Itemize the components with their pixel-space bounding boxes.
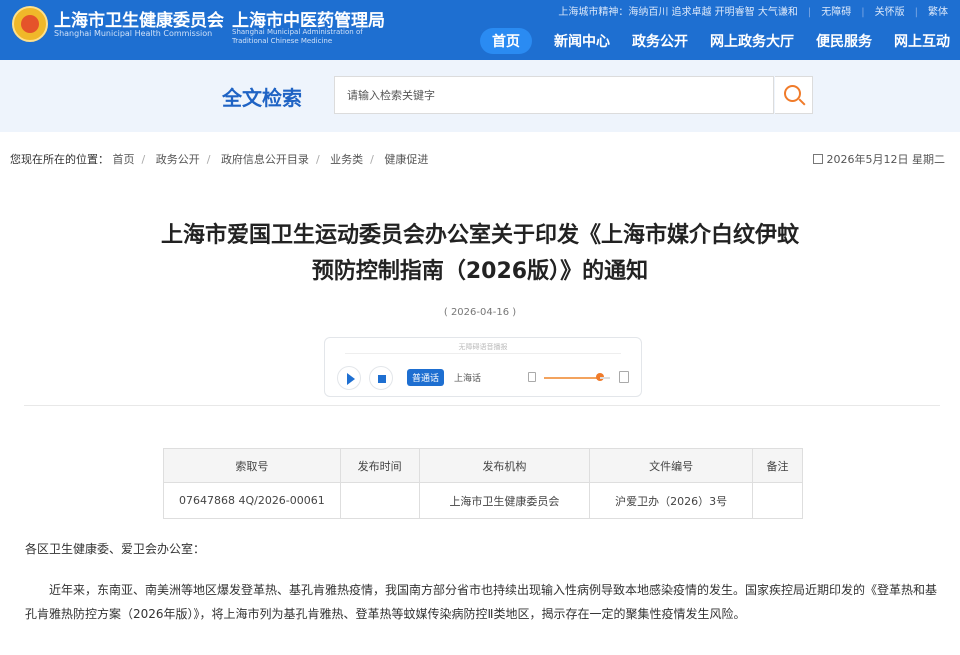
player-divider	[345, 353, 621, 354]
cell-publisher: 上海市卫生健康委员会	[418, 482, 591, 519]
player-tip: 无障碍语音播报	[458, 343, 508, 351]
body-paragraph: 近年来，东南亚、南美洲等地区爆发登革热、基孔肯雅热疫情，我国南方部分省市也持续出…	[25, 583, 938, 621]
nav-home[interactable]: 首页	[480, 28, 532, 54]
article-title-line2: 预防控制指南（2026版）》的通知	[311, 259, 649, 284]
cell-document-number: 沪爱卫办（2026）3号	[589, 482, 754, 519]
col-publish-time: 发布时间	[339, 448, 420, 483]
section-divider	[24, 405, 940, 406]
breadcrumb-separator: /	[206, 153, 211, 166]
search-title: 全文检索	[222, 86, 302, 110]
mandarin-option[interactable]: 普通话	[407, 369, 445, 386]
org1-name[interactable]: 上海市卫生健康委员会	[54, 6, 224, 31]
table-header-row: 索取号 发布时间 发布机构 文件编号 备注	[163, 448, 803, 483]
search-input[interactable]	[334, 76, 774, 114]
col-index-number: 索取号	[163, 448, 341, 483]
city-spirit-text: 上海城市精神：海纳百川 追求卓越 开明睿智 大气谦和	[558, 7, 798, 18]
table-row: 07647868 4Q/2026-00061 上海市卫生健康委员会 沪爱卫办（2…	[163, 482, 803, 519]
nav-interaction[interactable]: 网上互动	[894, 31, 950, 51]
article-date: ( 2026-04-16 )	[443, 307, 517, 318]
breadcrumb-separator: /	[141, 153, 146, 166]
breadcrumb-separator: /	[370, 153, 374, 166]
util-separator: |	[807, 7, 812, 18]
utility-bar: 上海城市精神：海纳百川 追求卓越 开明睿智 大气谦和 | 无障碍 | 关怀版 | 繁体	[558, 3, 948, 18]
emblem-logo[interactable]	[12, 6, 48, 42]
nav-gov-affairs[interactable]: 政务公开	[632, 31, 688, 51]
article-title-line1: 上海市爱国卫生运动委员会办公室关于印发《上海市媒介白纹伊蚊	[160, 223, 799, 248]
article-title: 上海市爱国卫生运动委员会办公室关于印发《上海市媒介白纹伊蚊 预防控制指南（202…	[80, 218, 880, 290]
volume-slider-rest	[600, 377, 610, 379]
col-document-number: 文件编号	[589, 448, 754, 483]
cell-publish-time	[339, 482, 420, 519]
org1-english-name: Shanghai Municipal Health Commission	[54, 29, 213, 38]
util-separator: |	[914, 7, 918, 18]
search-button[interactable]	[775, 76, 813, 114]
current-date-text: 2026年5月12日 星期二	[826, 153, 946, 166]
nav-online-services[interactable]: 网上政务大厅	[710, 31, 794, 51]
current-date: 2026年5月12日 星期二	[812, 151, 946, 167]
play-icon	[347, 373, 355, 385]
breadcrumb-health-promotion[interactable]: 健康促进	[384, 153, 428, 166]
main-nav: 首页 新闻中心 政务公开 网上政务大厅 便民服务 网上互动	[480, 28, 950, 54]
nav-news[interactable]: 新闻中心	[554, 31, 610, 51]
stop-icon	[378, 375, 386, 383]
audio-player: 无障碍语音播报 普通话 上海话	[324, 337, 642, 397]
shanghainese-option[interactable]: 上海话	[451, 369, 484, 386]
col-remarks: 备注	[752, 448, 803, 483]
breadcrumb-gov-affairs[interactable]: 政务公开	[156, 153, 200, 166]
util-separator: |	[861, 7, 865, 18]
breadcrumb-separator: /	[315, 153, 320, 166]
document-metadata-table: 索取号 发布时间 发布机构 文件编号 备注 07647868 4Q/2026-0…	[163, 448, 803, 519]
volume-high-icon	[619, 371, 629, 383]
traditional-chinese-link[interactable]: 繁体	[928, 7, 948, 18]
col-publisher: 发布机构	[418, 448, 591, 483]
breadcrumb-catalog[interactable]: 政府信息公开目录	[221, 153, 309, 166]
volume-slider[interactable]	[544, 377, 600, 379]
breadcrumb-lead: 您现在所在的位置：	[10, 153, 109, 166]
letter-greeting: 各区卫生健康委、爱卫会办公室：	[25, 542, 206, 556]
site-header: 上海市卫生健康委员会 Shanghai Municipal Health Com…	[0, 0, 960, 60]
cell-remarks	[752, 482, 803, 519]
care-mode-link[interactable]: 关怀版	[875, 7, 905, 18]
org2-english-name: Shanghai Municipal Administration of Tra…	[232, 28, 363, 45]
breadcrumb-business[interactable]: 业务类	[330, 153, 363, 166]
nav-public-services[interactable]: 便民服务	[816, 31, 872, 51]
volume-low-icon	[528, 372, 536, 382]
breadcrumb-home[interactable]: 首页	[113, 153, 135, 166]
cell-index-number: 07647868 4Q/2026-00061	[163, 482, 341, 519]
accessibility-link[interactable]: 无障碍	[821, 7, 851, 18]
emblem-center	[21, 15, 39, 33]
play-button[interactable]	[337, 366, 361, 390]
breadcrumb: 您现在所在的位置： 首页 / 政务公开 / 政府信息公开目录 / 业务类 / 健康促进	[10, 151, 428, 167]
stop-button[interactable]	[369, 366, 393, 390]
calendar-icon	[812, 154, 823, 164]
